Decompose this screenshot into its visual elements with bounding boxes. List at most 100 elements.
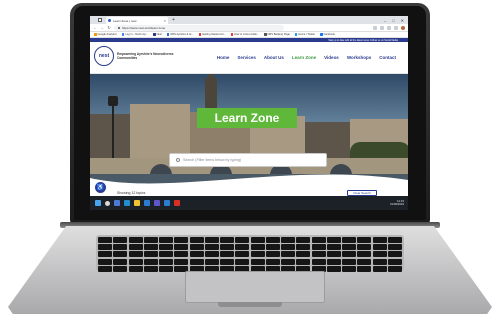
window-icon xyxy=(98,18,102,22)
address-bar[interactable]: https://www.nest.scot/learn-zone xyxy=(114,24,284,31)
keyboard xyxy=(96,235,404,272)
url-text: https://www.nest.scot/learn-zone xyxy=(122,25,166,30)
keyboard-key xyxy=(265,251,280,258)
bookmark-label: Google Analytics xyxy=(97,33,117,36)
keyboard-key xyxy=(357,237,372,243)
reload-icon[interactable]: ↻ xyxy=(107,25,111,30)
close-window-icon[interactable]: ✕ xyxy=(401,18,404,23)
extension-icon[interactable] xyxy=(380,25,384,30)
bookmark-item[interactable]: NRS Banking Page xyxy=(264,33,290,36)
start-icon[interactable] xyxy=(95,200,101,206)
outlook-icon[interactable] xyxy=(144,200,150,206)
main-navigation: Home Services About Us Learn Zone Videos Work… xyxy=(217,55,396,60)
keyboard-key xyxy=(342,251,357,258)
keyboard-key xyxy=(281,237,296,243)
profile-avatar[interactable] xyxy=(401,25,405,30)
keyboard-key xyxy=(357,265,372,272)
nav-item-learn-zone[interactable]: Learn Zone xyxy=(292,55,316,60)
bookmark-icon xyxy=(94,33,97,36)
keyboard-key xyxy=(296,244,311,251)
system-tray[interactable]: 12:15 21/06/2022 xyxy=(390,199,408,206)
keyboard-key xyxy=(326,244,341,251)
word-icon[interactable] xyxy=(164,200,170,206)
nav-item-services[interactable]: Services xyxy=(237,55,256,60)
keyboard-key xyxy=(372,237,387,243)
forward-icon[interactable]: → xyxy=(100,25,104,30)
keyboard-key xyxy=(357,244,372,251)
nav-item-about-us[interactable]: About Us xyxy=(264,55,284,60)
keyboard-key xyxy=(98,251,113,258)
keyboard-key xyxy=(220,237,235,243)
bookmark-item[interactable]: Google Analytics xyxy=(94,33,117,36)
bookmark-item[interactable]: NRS Ayrshire & Ar... xyxy=(166,33,194,36)
chrome-icon[interactable] xyxy=(174,200,180,206)
keyboard-key xyxy=(342,244,357,251)
window-controls: – □ ✕ xyxy=(384,18,408,23)
keyboard-key xyxy=(372,258,387,265)
browser-tab-bar: Learn Zone | nest ✕ + – □ ✕ xyxy=(90,16,408,24)
clock-date: 21/06/2022 xyxy=(390,202,404,206)
search-input[interactable]: Search (Filter items below by typing) xyxy=(169,153,327,167)
bookmark-item[interactable]: Home / Twitter xyxy=(294,33,316,36)
keyboard-key xyxy=(204,258,219,265)
minimize-icon[interactable]: – xyxy=(384,18,386,23)
keyboard-key xyxy=(250,251,265,258)
windows-taskbar: 12:15 21/06/2022 xyxy=(90,196,408,210)
keyboard-key xyxy=(250,258,265,265)
extension-icon[interactable] xyxy=(394,25,398,30)
keyboard-key xyxy=(113,251,128,258)
bookmark-label: How to Cross Audio... xyxy=(234,33,260,36)
bookmark-item[interactable]: Log in – North Ayr... xyxy=(121,33,148,36)
nav-item-contact[interactable]: Contact xyxy=(379,55,396,60)
nest-logo[interactable]: nest xyxy=(94,46,114,66)
bookmark-icon xyxy=(264,33,267,36)
street-lamp xyxy=(112,104,114,164)
site-header: nest Empowering Ayrshire's Neurodiverse … xyxy=(90,42,408,74)
keyboard-key xyxy=(143,237,158,243)
new-tab-button[interactable]: + xyxy=(172,17,175,23)
keyboard-key xyxy=(159,237,174,243)
maximize-icon[interactable]: □ xyxy=(392,18,394,23)
keyboard-key xyxy=(387,258,402,265)
keyboard-key xyxy=(296,237,311,243)
bookmark-item[interactable]: Getting Started wit... xyxy=(198,33,226,36)
keyboard-key xyxy=(113,237,128,243)
keyboard-key xyxy=(311,237,326,243)
keyboard-key xyxy=(159,251,174,258)
keyboard-key xyxy=(204,251,219,258)
bookmark-icon xyxy=(230,33,234,36)
close-tab-icon[interactable]: ✕ xyxy=(163,19,166,23)
keyboard-key xyxy=(311,251,326,258)
keyboard-key xyxy=(281,258,296,265)
nav-item-videos[interactable]: Videos xyxy=(324,55,339,60)
bookmark-item[interactable]: How to Cross Audio... xyxy=(230,33,260,36)
bookmark-label: NRS Banking Page xyxy=(267,33,290,36)
keyboard-key xyxy=(220,258,235,265)
extension-icon[interactable] xyxy=(373,25,377,30)
teams-icon[interactable] xyxy=(154,200,160,206)
keyboard-key xyxy=(357,251,372,258)
bookmark-label: Home / Twitter xyxy=(298,33,316,36)
extension-icon[interactable] xyxy=(387,25,391,30)
bookmark-item[interactable]: Nest xyxy=(153,33,162,36)
nav-item-home[interactable]: Home xyxy=(217,55,230,60)
keyboard-key xyxy=(387,265,402,272)
accessibility-icon[interactable]: ♿ xyxy=(95,182,106,193)
bookmark-icon xyxy=(198,33,202,36)
task-view-icon[interactable] xyxy=(114,200,120,206)
edge-icon[interactable] xyxy=(124,200,130,206)
keyboard-key xyxy=(174,244,189,251)
taskbar-search-icon[interactable] xyxy=(105,200,110,206)
favicon-icon xyxy=(108,19,111,22)
keyboard-key xyxy=(98,237,113,243)
bookmark-item[interactable]: Facebook xyxy=(320,33,335,36)
back-icon[interactable]: ← xyxy=(93,25,97,30)
keyboard-key xyxy=(296,251,311,258)
nav-item-workshops[interactable]: Workshops xyxy=(347,55,371,60)
keyboard-key xyxy=(357,258,372,265)
keyboard-key xyxy=(128,258,143,265)
keyboard-key xyxy=(143,251,158,258)
lock-icon xyxy=(118,26,120,29)
file-explorer-icon[interactable] xyxy=(134,200,140,206)
browser-tab[interactable]: Learn Zone | nest ✕ xyxy=(106,17,168,24)
